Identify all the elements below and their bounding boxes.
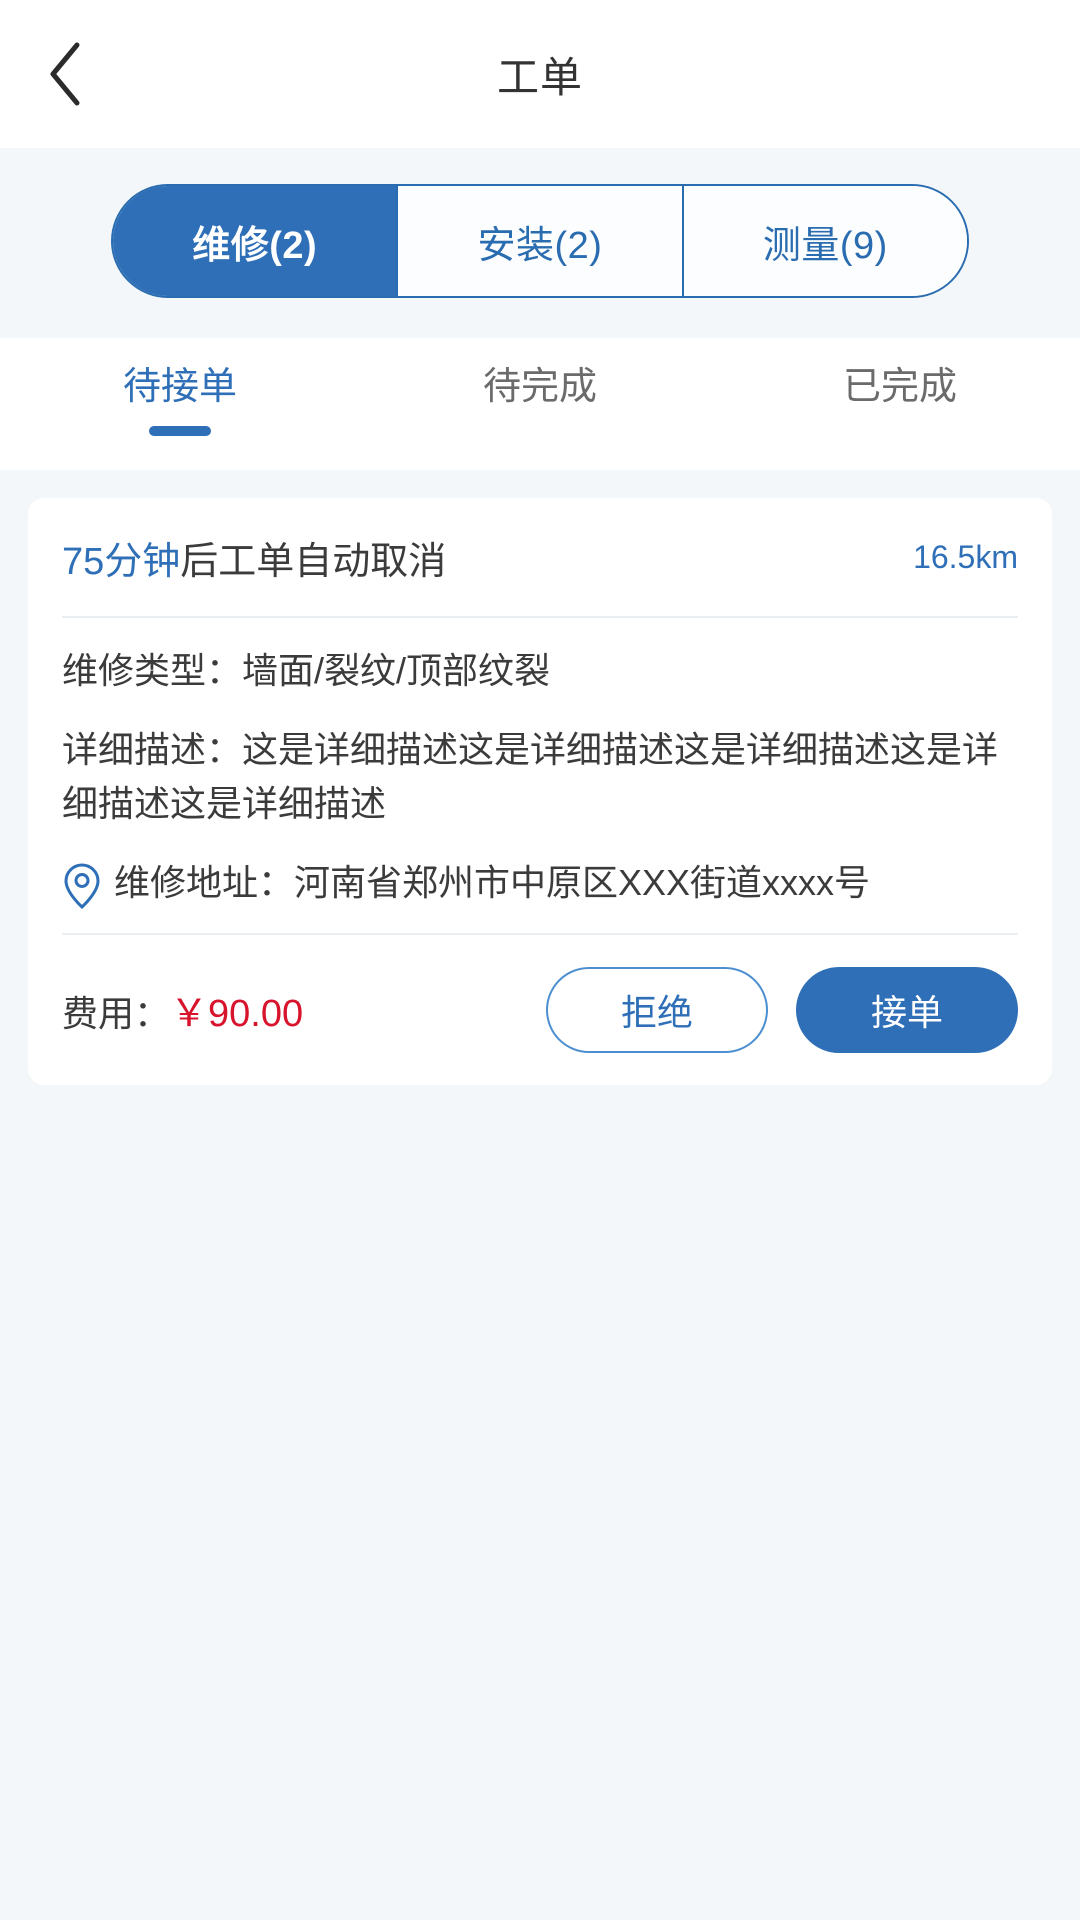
app-header: 工单 <box>0 0 1080 148</box>
action-buttons: 拒绝 接单 <box>546 966 1018 1053</box>
tab-indicator-placeholder <box>869 426 931 436</box>
auto-cancel-timer: 75分钟后工单自动取消 <box>62 530 446 585</box>
fee-label: 费用： <box>62 993 171 1035</box>
page-title: 工单 <box>496 53 583 101</box>
segmented-control: 维修(2) 安装(2) 测量(9) <box>111 184 969 298</box>
auto-cancel-minutes: 75分钟 <box>62 540 181 583</box>
tab-completed-label: 已完成 <box>842 366 957 408</box>
address-text: 维修地址：河南省郑州市中原区XXX街道xxxx号 <box>114 862 871 904</box>
segment-repair-label: 维修(2) <box>192 224 318 267</box>
address-row: 维修地址：河南省郑州市中原区XXX街道xxxx号 <box>62 856 1018 911</box>
reject-button[interactable]: 拒绝 <box>546 966 768 1053</box>
tab-pending-complete-label: 待完成 <box>482 366 597 408</box>
status-tabs: 待接单 待完成 已完成 <box>0 338 1080 470</box>
distance-label: 16.5km <box>913 538 1018 575</box>
order-list: 75分钟后工单自动取消 16.5km 维修类型：墙面/裂纹/顶部纹裂 详细描述：… <box>0 470 1080 1920</box>
segment-measure-label: 测量(9) <box>762 224 888 267</box>
repair-type-line: 维修类型：墙面/裂纹/顶部纹裂 <box>62 650 551 691</box>
app-screen: 工单 维修(2) 安装(2) 测量(9) 待接单 待完成 已完成 75分钟后工单… <box>0 0 1080 1920</box>
tab-indicator-placeholder <box>509 426 571 436</box>
segment-install[interactable]: 安装(2) <box>398 186 684 296</box>
tab-pending-accept[interactable]: 待接单 <box>0 360 360 436</box>
reject-button-label: 拒绝 <box>620 991 693 1033</box>
segment-install-label: 安装(2) <box>477 224 603 267</box>
segmented-control-band: 维修(2) 安装(2) 测量(9) <box>0 148 1080 338</box>
description-line: 详细描述：这是详细描述这是详细描述这是详细描述这是详细描述这是详细描述 <box>62 728 999 825</box>
order-card-header: 75分钟后工单自动取消 16.5km <box>62 498 1018 616</box>
tab-completed[interactable]: 已完成 <box>720 360 1080 436</box>
fee-amount: ￥90.00 <box>170 993 304 1036</box>
tab-active-indicator <box>149 426 211 436</box>
location-pin-icon <box>62 862 102 910</box>
order-card-body: 维修类型：墙面/裂纹/顶部纹裂 详细描述：这是详细描述这是详细描述这是详细描述这… <box>62 618 1018 933</box>
fee-block: 费用：￥90.00 <box>62 982 303 1037</box>
segment-measure[interactable]: 测量(9) <box>683 186 967 296</box>
order-card[interactable]: 75分钟后工单自动取消 16.5km 维修类型：墙面/裂纹/顶部纹裂 详细描述：… <box>28 498 1052 1085</box>
tab-pending-accept-label: 待接单 <box>122 366 237 408</box>
tab-pending-complete[interactable]: 待完成 <box>360 360 720 436</box>
back-button[interactable] <box>22 31 108 117</box>
chevron-left-icon <box>45 41 85 107</box>
segment-repair[interactable]: 维修(2) <box>113 186 399 296</box>
order-card-actions: 费用：￥90.00 拒绝 接单 <box>62 935 1018 1085</box>
accept-button[interactable]: 接单 <box>796 966 1018 1053</box>
accept-button-label: 接单 <box>870 991 943 1033</box>
auto-cancel-suffix: 后工单自动取消 <box>180 540 447 583</box>
